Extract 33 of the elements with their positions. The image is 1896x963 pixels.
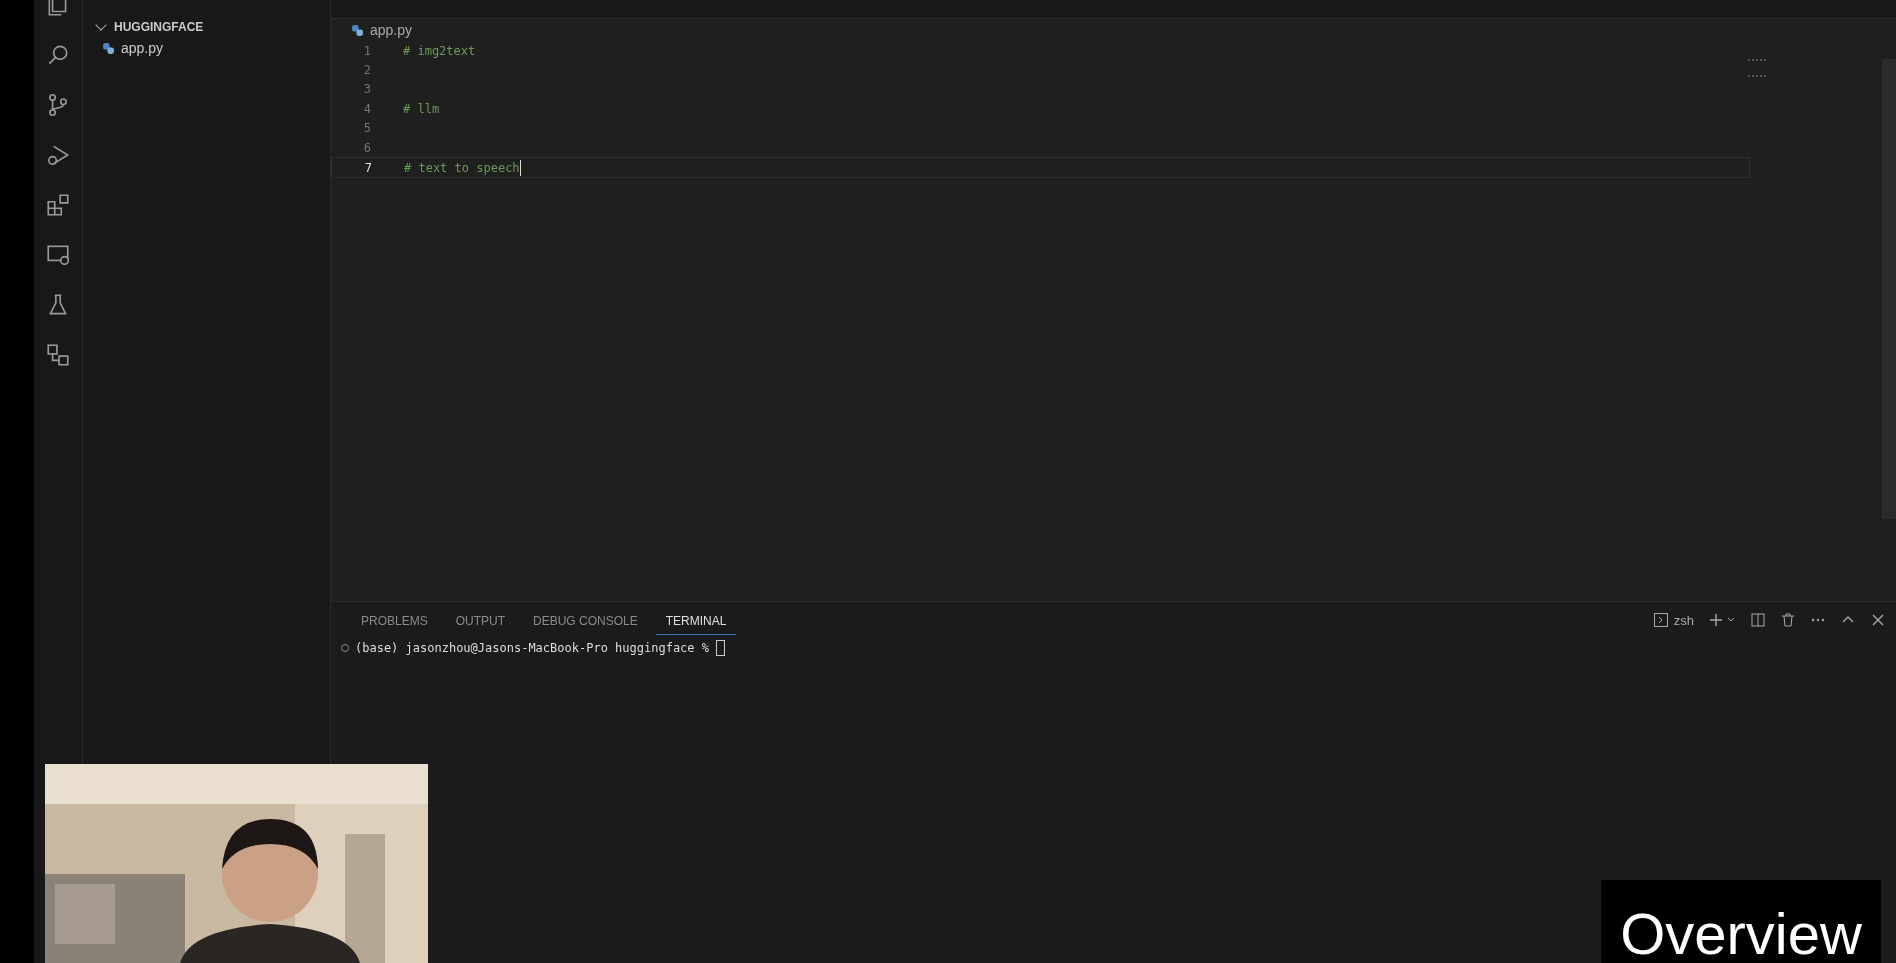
terminal-shell-button[interactable]: zsh: [1646, 612, 1694, 628]
minimap: [1748, 59, 1766, 77]
line-number: 5: [362, 121, 371, 136]
code-comment: # img2text: [403, 43, 476, 58]
panel-tab[interactable]: OUTPUT: [445, 605, 516, 635]
line-number: 6: [362, 140, 371, 155]
close-icon[interactable]: [1870, 612, 1886, 628]
terminal-icon: [1652, 612, 1669, 628]
split-icon[interactable]: [1750, 612, 1766, 628]
line-number: 7: [363, 160, 372, 175]
code-comment: # llm: [403, 101, 440, 116]
line-number: 2: [362, 63, 371, 78]
shapes-icon[interactable]: [45, 342, 71, 368]
shell-name: zsh: [1673, 612, 1694, 628]
line-number: 4: [362, 101, 371, 116]
trash-icon[interactable]: [1780, 612, 1796, 628]
terminal-prompt: (base) jasonzhou@Jasons-MacBook-Pro huggingface %: [355, 641, 710, 655]
file-item[interactable]: app.py: [83, 36, 330, 60]
line-number: 1: [362, 43, 371, 58]
python-file-icon: [102, 41, 115, 55]
breadcrumb[interactable]: app.py: [351, 19, 1896, 41]
extensions-icon[interactable]: [45, 192, 71, 218]
panel-tab[interactable]: DEBUG CONSOLE: [523, 605, 648, 635]
panel-tab[interactable]: PROBLEMS: [351, 605, 438, 635]
text-caret: [519, 159, 522, 176]
plus-icon[interactable]: [1708, 612, 1724, 628]
code-comment: # text to speech: [404, 160, 520, 175]
python-file-icon: [351, 23, 364, 37]
panel-tab[interactable]: TERMINAL: [655, 605, 737, 635]
folder-item[interactable]: HUGGINGFACE: [83, 18, 330, 36]
line-number: 3: [362, 82, 371, 97]
video-caption: Overview: [1601, 880, 1881, 963]
terminal-cursor: [716, 640, 726, 656]
